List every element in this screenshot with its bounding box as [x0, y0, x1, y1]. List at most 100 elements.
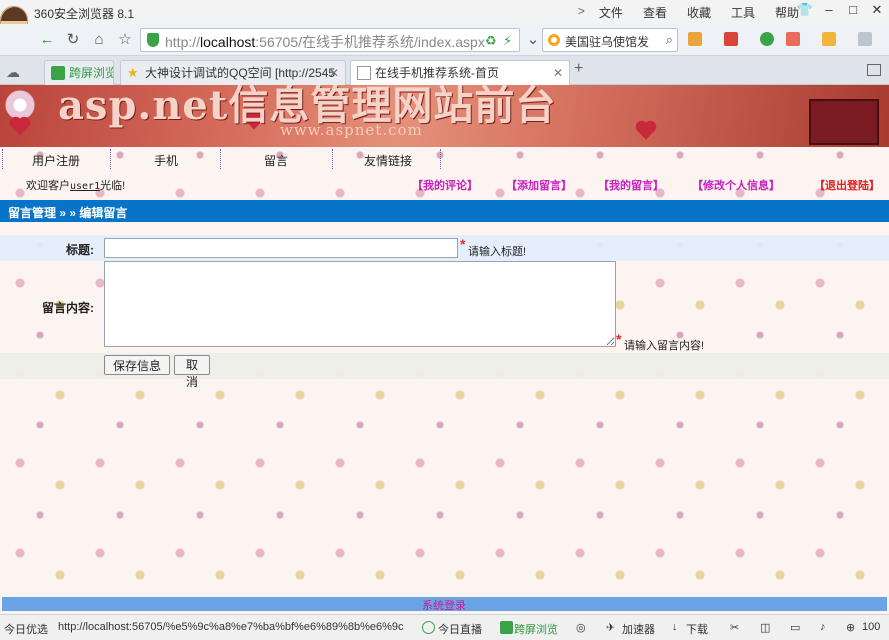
- browser-title-bar: 360安全浏览器 8.1 > 文件 查看 收藏 工具 帮助 👕 – □ ✕: [0, 0, 889, 24]
- edit-message-form: 标题: * 请输入标题! 留言内容: * 请输入留言内容! 保存信息 取消: [0, 235, 889, 389]
- nav-register[interactable]: 用户注册: [32, 152, 80, 169]
- tab-qq-space[interactable]: ★ 大神设计调试的QQ空间 [http://2545 ✕: [120, 60, 346, 85]
- cloud-icon[interactable]: ☁: [6, 64, 20, 81]
- menu-chevron-icon[interactable]: >: [574, 4, 589, 21]
- link-my-messages[interactable]: 【我的留言】: [598, 177, 664, 193]
- content-hint: 请输入留言内容!: [624, 340, 705, 352]
- menu-favorites[interactable]: 收藏: [677, 4, 721, 21]
- heart-icon: [637, 122, 655, 140]
- compat-mode-icon[interactable]: ♻: [485, 33, 497, 49]
- back-arrow-icon[interactable]: ←: [36, 29, 58, 51]
- browser-mode-icon[interactable]: ◎: [576, 621, 586, 634]
- status-daily-picks[interactable]: 今日优选: [4, 621, 48, 637]
- main-nav: 用户注册 手机 留言 友情链接: [0, 147, 889, 171]
- nav-divider: [332, 149, 333, 169]
- url-input[interactable]: http://localhost:56705/在线手机推荐系统/index.as…: [140, 28, 520, 52]
- tab-list-icon[interactable]: [867, 64, 881, 76]
- username: user1: [70, 181, 101, 192]
- status-cross-screen[interactable]: 跨屏浏览: [514, 621, 558, 637]
- gift-box-image: [809, 99, 879, 145]
- menu-view[interactable]: 查看: [633, 4, 677, 21]
- link-logout[interactable]: 【退出登陆】: [814, 177, 880, 193]
- status-download[interactable]: 下载: [686, 621, 708, 637]
- tab-home-active[interactable]: 在线手机推荐系统-首页 ✕: [350, 60, 570, 86]
- cancel-button[interactable]: 取消: [174, 355, 210, 389]
- skin-icon[interactable]: 👕: [793, 0, 817, 22]
- save-button[interactable]: 保存信息: [104, 355, 170, 375]
- status-live[interactable]: 今日直播: [438, 621, 482, 637]
- form-row-title: 标题: * 请输入标题!: [0, 235, 889, 261]
- home-icon[interactable]: ⌂: [88, 29, 110, 51]
- breadcrumb: 留言管理 » » 编辑留言: [0, 200, 889, 222]
- system-login-link[interactable]: 系统登录: [422, 597, 466, 613]
- status-url: http://localhost:56705/%e5%9c%a8%e7%ba%b…: [58, 621, 404, 633]
- phone-icon: [51, 66, 65, 80]
- grid-apps-icon[interactable]: [688, 32, 702, 46]
- news-icon[interactable]: [724, 32, 738, 46]
- nav-phones[interactable]: 手机: [154, 152, 178, 169]
- window-controls: 👕 – □ ✕: [793, 0, 889, 22]
- refresh-icon[interactable]: ↻: [62, 29, 84, 51]
- window-icon[interactable]: ▭: [790, 621, 800, 634]
- content-textarea[interactable]: [104, 261, 616, 347]
- breadcrumb-text: 留言管理 » » 编辑留言: [8, 206, 128, 220]
- zoom-icon[interactable]: ⊕: [846, 621, 855, 634]
- live-icon: [422, 621, 435, 634]
- welcome-text: 欢迎客户user1光临!: [26, 180, 126, 192]
- search-engine-icon: [548, 34, 560, 46]
- menu-file[interactable]: 文件: [589, 4, 633, 21]
- content-required-mark: *: [616, 331, 622, 347]
- nav-messages[interactable]: 留言: [264, 152, 288, 169]
- nav-friend-links[interactable]: 友情链接: [364, 152, 412, 169]
- status-accelerate[interactable]: 加速器: [622, 621, 655, 637]
- speed-mode-icon[interactable]: ⚡: [503, 33, 512, 49]
- tab-close-icon[interactable]: ✕: [329, 61, 339, 85]
- tab-close-icon[interactable]: ✕: [553, 61, 563, 85]
- search-icon[interactable]: ⌕: [666, 32, 673, 48]
- menu-tools[interactable]: 工具: [721, 4, 765, 21]
- cross-screen-icon: [500, 621, 513, 634]
- new-tab-button[interactable]: +: [574, 60, 583, 78]
- security-shield-icon: [147, 33, 159, 47]
- title-input[interactable]: [104, 238, 458, 258]
- tab-cross-screen[interactable]: 跨屏浏览: [44, 60, 114, 85]
- guard-icon[interactable]: [760, 32, 774, 46]
- tools-icon[interactable]: ✂: [730, 621, 739, 634]
- title-hint: 请输入标题!: [468, 246, 527, 258]
- tab-label: 跨屏浏览: [69, 66, 114, 80]
- maximize-button[interactable]: □: [841, 0, 865, 22]
- page-footer: 系统登录: [2, 597, 887, 613]
- search-text: 美国驻乌使馆发: [565, 35, 650, 49]
- screenshot-icon[interactable]: ◫: [760, 621, 770, 634]
- page-content: asp.net信息管理网站前台 www.aspnet.com 用户注册 手机 留…: [0, 85, 889, 614]
- nav-divider: [110, 149, 111, 169]
- more-tools-icon[interactable]: [858, 32, 872, 46]
- title-label: 标题:: [66, 243, 94, 257]
- page-icon: [357, 66, 371, 80]
- link-edit-profile[interactable]: 【修改个人信息】: [692, 177, 780, 193]
- link-add-message[interactable]: 【添加留言】: [506, 177, 572, 193]
- search-input[interactable]: 美国驻乌使馆发 ⌕: [542, 28, 678, 52]
- link-my-comments[interactable]: 【我的评论】: [412, 177, 478, 193]
- tab-label: 大神设计调试的QQ空间 [http://2545: [145, 66, 336, 80]
- title-required-mark: *: [460, 236, 466, 252]
- browser-menu: > 文件 查看 收藏 工具 帮助: [574, 4, 809, 21]
- nav-divider: [440, 149, 441, 169]
- browser-app-title: 360安全浏览器 8.1: [34, 7, 135, 21]
- tab-label: 在线手机推荐系统-首页: [375, 66, 499, 80]
- ad-block-icon[interactable]: [786, 32, 800, 46]
- minimize-button[interactable]: –: [817, 0, 841, 22]
- content-label: 留言内容:: [42, 301, 94, 315]
- volume-icon[interactable]: ♪: [820, 621, 826, 633]
- status-zoom[interactable]: 100: [862, 621, 880, 633]
- close-button[interactable]: ✕: [865, 0, 889, 22]
- star-icon[interactable]: ☆: [114, 29, 136, 51]
- accelerate-icon: ✈: [606, 622, 616, 634]
- address-toolbar: ← ↻ ⌂ ☆ http://localhost:56705/在线手机推荐系统/…: [0, 24, 889, 56]
- form-row-actions: 保存信息 取消: [0, 353, 889, 389]
- url-text: http://localhost:56705/在线手机推荐系统/index.as…: [165, 34, 485, 50]
- form-row-content: 留言内容: * 请输入留言内容!: [0, 261, 889, 353]
- site-banner: asp.net信息管理网站前台 www.aspnet.com: [0, 85, 889, 147]
- extension-icon[interactable]: [822, 32, 836, 46]
- url-dropdown-icon[interactable]: ⌄: [522, 29, 544, 51]
